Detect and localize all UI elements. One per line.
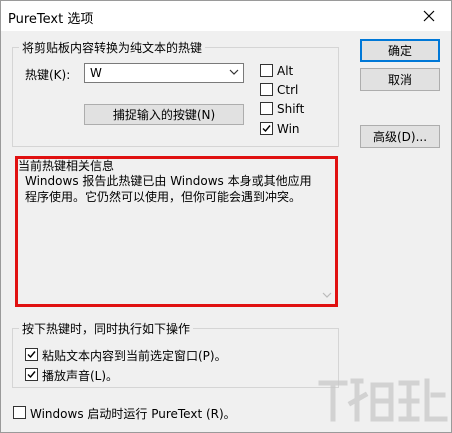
shift-checkbox[interactable] (260, 102, 273, 115)
checkmark-icon (262, 125, 271, 133)
checkmark-icon (27, 371, 36, 379)
ctrl-checkbox[interactable] (260, 83, 273, 96)
ok-button-label: 确定 (387, 44, 412, 58)
close-button[interactable] (407, 1, 451, 31)
ok-button[interactable]: 确定 (360, 39, 440, 62)
alt-checkbox[interactable] (260, 64, 273, 77)
startup-label: Windows 启动时运行 PureText (R)。 (30, 407, 236, 421)
chevron-down-icon (229, 69, 239, 75)
options-dialog: PureText 选项 将剪贴板内容转换为纯文本的热键 热键(K): W 捕捉输… (0, 0, 452, 433)
action-group-title: 按下热键时，同时执行如下操作 (19, 320, 194, 337)
sound-label: 播放声音(L)。 (42, 369, 119, 383)
win-label: Win (277, 122, 300, 136)
sound-checkbox[interactable] (25, 368, 38, 381)
alt-label: Alt (277, 64, 294, 78)
advanced-button-label: 高级(D)... (372, 130, 428, 144)
watermark-logo (318, 378, 448, 422)
capture-key-button-label: 捕捉输入的按键(N) (112, 108, 216, 122)
hotkey-group-title: 将剪贴板内容转换为纯文本的热键 (19, 39, 206, 56)
shift-label: Shift (277, 102, 305, 116)
close-icon (423, 10, 435, 22)
win-checkbox[interactable] (260, 122, 273, 135)
paste-label: 粘贴文本内容到当前选定窗口(P)。 (42, 349, 227, 363)
highlight-frame (15, 156, 338, 307)
capture-key-button[interactable]: 捕捉输入的按键(N) (84, 104, 244, 125)
paste-checkbox[interactable] (25, 348, 38, 361)
ctrl-label: Ctrl (277, 83, 299, 97)
hotkey-value: W (90, 66, 102, 80)
cancel-button-label: 取消 (387, 73, 412, 87)
cancel-button[interactable]: 取消 (360, 68, 440, 91)
startup-checkbox[interactable] (13, 406, 26, 419)
checkmark-icon (27, 351, 36, 359)
hotkey-label: 热键(K): (25, 68, 71, 82)
window-title: PureText 选项 (8, 12, 94, 27)
advanced-button[interactable]: 高级(D)... (360, 125, 440, 148)
hotkey-combobox[interactable]: W (84, 63, 244, 83)
title-bar: PureText 选项 (1, 1, 451, 31)
